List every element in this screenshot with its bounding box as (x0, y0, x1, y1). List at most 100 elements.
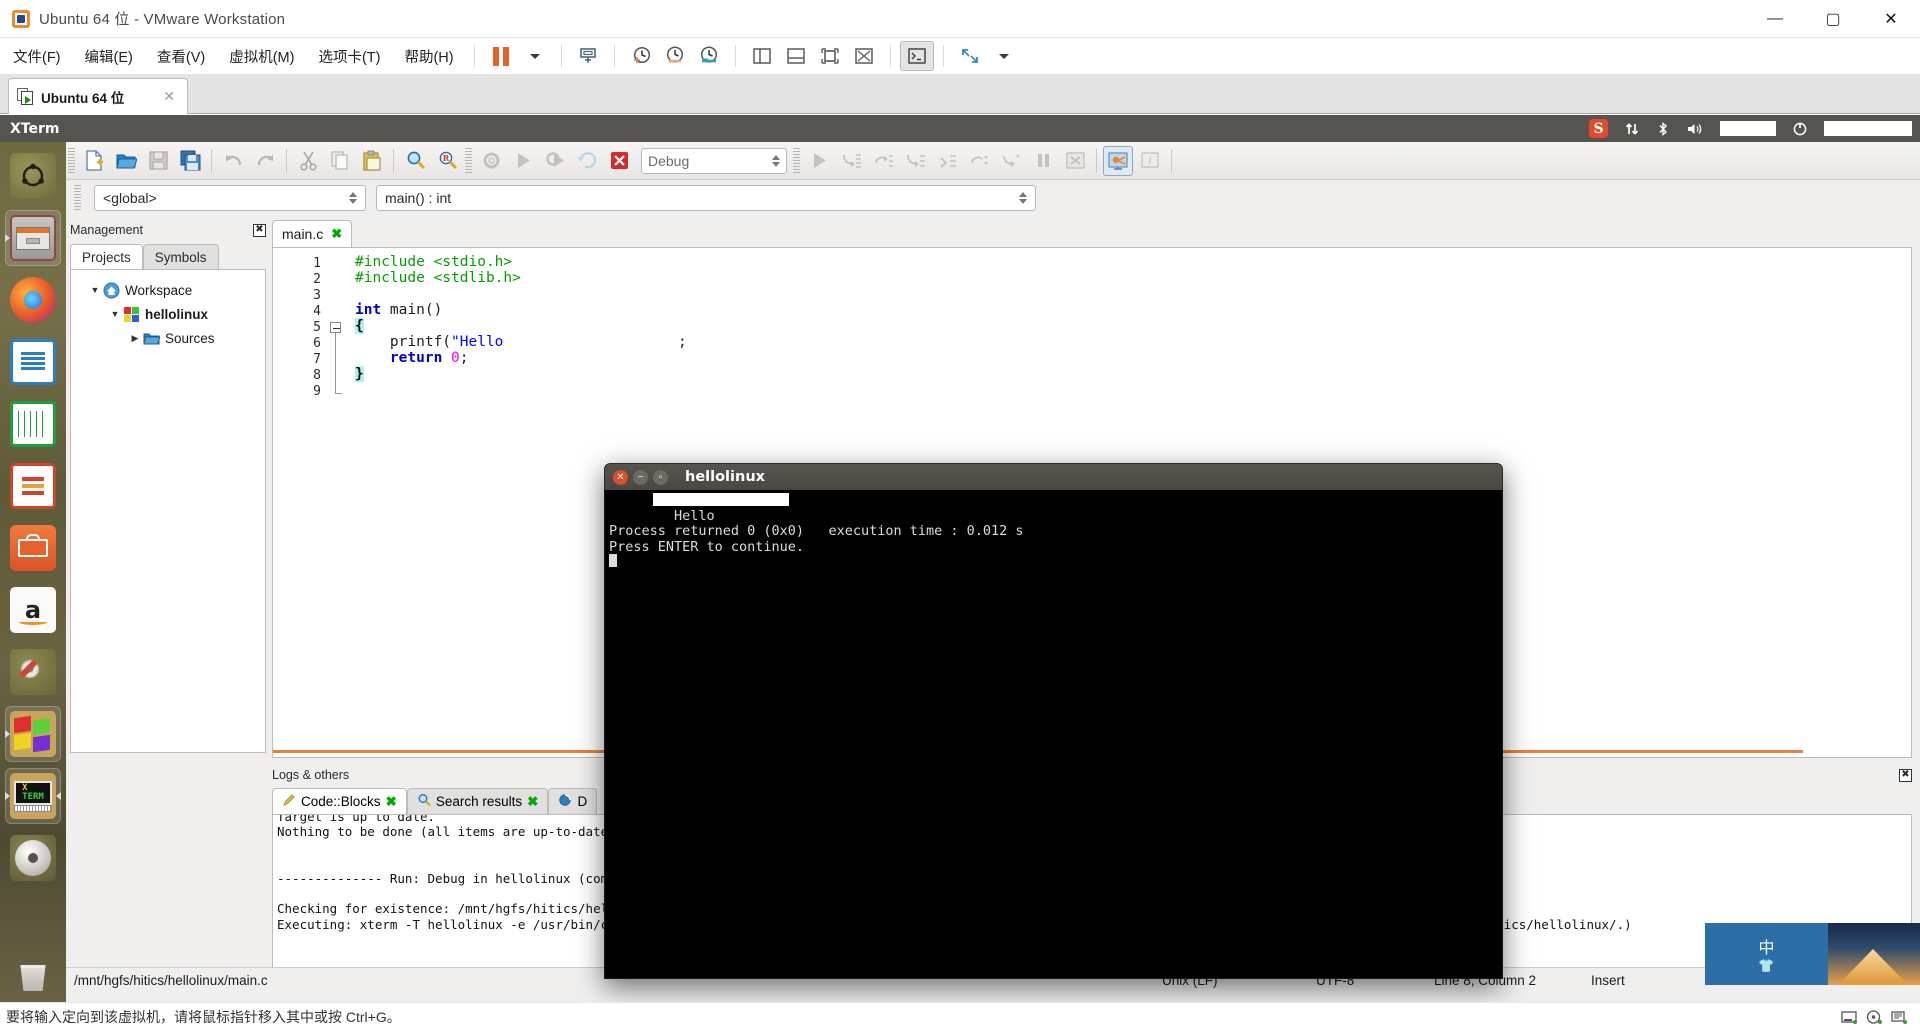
tree-node-hellolinux[interactable]: ▼ hellolinux (75, 302, 261, 326)
power-gear-icon[interactable] (1784, 115, 1816, 142)
logs-tab-close-icon[interactable]: ✖ (386, 794, 397, 810)
libreoffice-calc-icon[interactable] (5, 396, 61, 452)
amazon-icon[interactable]: a (5, 582, 61, 638)
menu-help[interactable]: 帮助(H) (393, 43, 464, 70)
ime-indicator[interactable]: 中 👕 (1705, 923, 1828, 985)
open-file-icon[interactable] (111, 146, 141, 176)
xterm-minimize-button[interactable]: − (633, 469, 648, 485)
scope-function-spinner-icon[interactable] (1019, 192, 1027, 204)
redo-icon[interactable] (250, 146, 280, 176)
fullscreen-exit-button[interactable] (847, 41, 881, 71)
toolbar-grip-2[interactable] (465, 147, 472, 174)
logs-tab-search-results[interactable]: Search results ✖ (406, 788, 549, 814)
fold-toggle-icon[interactable] (330, 322, 341, 333)
build-and-run-icon[interactable] (540, 146, 570, 176)
tab-symbols[interactable]: Symbols (142, 244, 219, 269)
step-over-icon[interactable] (868, 146, 898, 176)
snapshot-manager-button[interactable] (692, 41, 726, 71)
step-out-icon[interactable] (900, 146, 930, 176)
cd-activity-icon[interactable] (1866, 1010, 1882, 1024)
sogou-input-method-icon[interactable]: S (1581, 115, 1616, 142)
logs-tab-debugger[interactable]: D (548, 788, 598, 814)
files-nautilus-icon[interactable] (5, 210, 61, 266)
menu-file[interactable]: 文件(F) (2, 43, 72, 70)
run-icon[interactable] (508, 146, 538, 176)
firefox-icon[interactable] (5, 272, 61, 328)
volume-icon[interactable] (1678, 115, 1712, 142)
show-library-button[interactable] (745, 41, 779, 71)
maximize-button[interactable]: ▢ (1804, 0, 1862, 38)
unity-mode-button[interactable] (899, 41, 934, 71)
xterm-output[interactable]: Hello Process returned 0 (0x0) execution… (604, 490, 1503, 979)
show-thumbnail-bar-button[interactable] (779, 41, 813, 71)
stop-debugger-icon[interactable] (1060, 146, 1090, 176)
paste-icon[interactable] (357, 146, 387, 176)
system-settings-icon[interactable] (5, 644, 61, 700)
clock-redacted[interactable] (1712, 115, 1784, 142)
user-menu-redacted[interactable] (1816, 115, 1920, 142)
scope-grip[interactable] (74, 185, 81, 211)
scope-namespace-spinner-icon[interactable] (349, 192, 357, 204)
save-all-icon[interactable] (175, 146, 205, 176)
build-target-spinner-icon[interactable] (772, 154, 780, 167)
step-into-instruction-icon[interactable] (964, 146, 994, 176)
menu-view[interactable]: 查看(V) (146, 43, 216, 70)
copy-icon[interactable] (325, 146, 355, 176)
libreoffice-writer-icon[interactable] (5, 334, 61, 390)
tab-projects[interactable]: Projects (70, 244, 143, 269)
cut-icon[interactable] (293, 146, 323, 176)
show-console-view-button[interactable] (813, 41, 847, 71)
next-instruction-icon[interactable] (932, 146, 962, 176)
logs-close-icon[interactable]: ✖ (1899, 768, 1912, 782)
xterm-window[interactable]: ✕ − ▫ hellolinux Hello Process returned … (604, 463, 1503, 979)
step-into-icon[interactable] (836, 146, 866, 176)
rebuild-icon[interactable] (572, 146, 602, 176)
minimize-button[interactable]: — (1746, 0, 1804, 38)
save-icon[interactable] (143, 146, 173, 176)
management-close-icon[interactable]: ✖ (253, 223, 266, 237)
run-to-cursor-icon[interactable] (996, 146, 1026, 176)
undo-icon[interactable] (218, 146, 248, 176)
code-folding-margin[interactable] (329, 248, 345, 757)
debug-continue-icon[interactable] (804, 146, 834, 176)
dvd-media-icon[interactable] (5, 830, 61, 886)
twisty-workspace-icon[interactable]: ▼ (87, 285, 103, 295)
xterm-icon[interactable]: X TERM (5, 768, 61, 824)
vm-tab-ubuntu64[interactable]: Ubuntu 64 位 ✕ (8, 78, 188, 114)
xterm-close-button[interactable]: ✕ (613, 469, 628, 485)
network-icon[interactable] (1616, 115, 1648, 142)
replace-icon[interactable]: R (432, 146, 462, 176)
break-debugger-icon[interactable] (1028, 146, 1058, 176)
network-activity-icon[interactable] (1891, 1010, 1907, 1024)
suspend-button[interactable] (484, 41, 518, 71)
scope-namespace-combo[interactable]: <global> (94, 185, 366, 211)
abort-icon[interactable] (604, 146, 634, 176)
twisty-project-icon[interactable]: ▼ (107, 309, 123, 319)
build-icon[interactable] (476, 146, 506, 176)
disk-activity-icon[interactable] (1841, 1010, 1857, 1024)
trash-icon[interactable] (5, 950, 61, 1006)
scope-function-combo[interactable]: main() : int (376, 185, 1036, 211)
revert-snapshot-button[interactable] (658, 41, 692, 71)
dash-home-icon[interactable] (5, 148, 61, 204)
toolbar-grip-3[interactable] (793, 147, 800, 174)
menu-edit[interactable]: 编辑(E) (74, 43, 144, 70)
xterm-maximize-button[interactable]: ▫ (653, 469, 668, 485)
various-info-icon[interactable]: i (1135, 146, 1165, 176)
close-button[interactable]: ✕ (1862, 0, 1920, 38)
suspend-dropdown-button[interactable] (518, 41, 552, 71)
logs-tab-codeblocks[interactable]: Code::Blocks ✖ (272, 788, 407, 814)
twisty-sources-icon[interactable]: ▶ (127, 333, 143, 344)
menu-vm[interactable]: 虚拟机(M) (218, 43, 305, 70)
ubuntu-software-center-icon[interactable] (5, 520, 61, 576)
build-target-combo[interactable]: Debug (641, 147, 787, 174)
find-icon[interactable] (400, 146, 430, 176)
take-snapshot-button[interactable] (624, 41, 658, 71)
vm-tab-close-icon[interactable]: ✕ (159, 88, 179, 105)
toolbar-grip-1[interactable] (68, 147, 75, 174)
libreoffice-impress-icon[interactable] (5, 458, 61, 514)
tree-node-sources[interactable]: ▶ Sources (75, 326, 261, 350)
bluetooth-icon[interactable] (1648, 115, 1678, 142)
fullscreen-button[interactable] (953, 41, 987, 71)
editor-tab-close-icon[interactable]: ✖ (331, 226, 342, 242)
